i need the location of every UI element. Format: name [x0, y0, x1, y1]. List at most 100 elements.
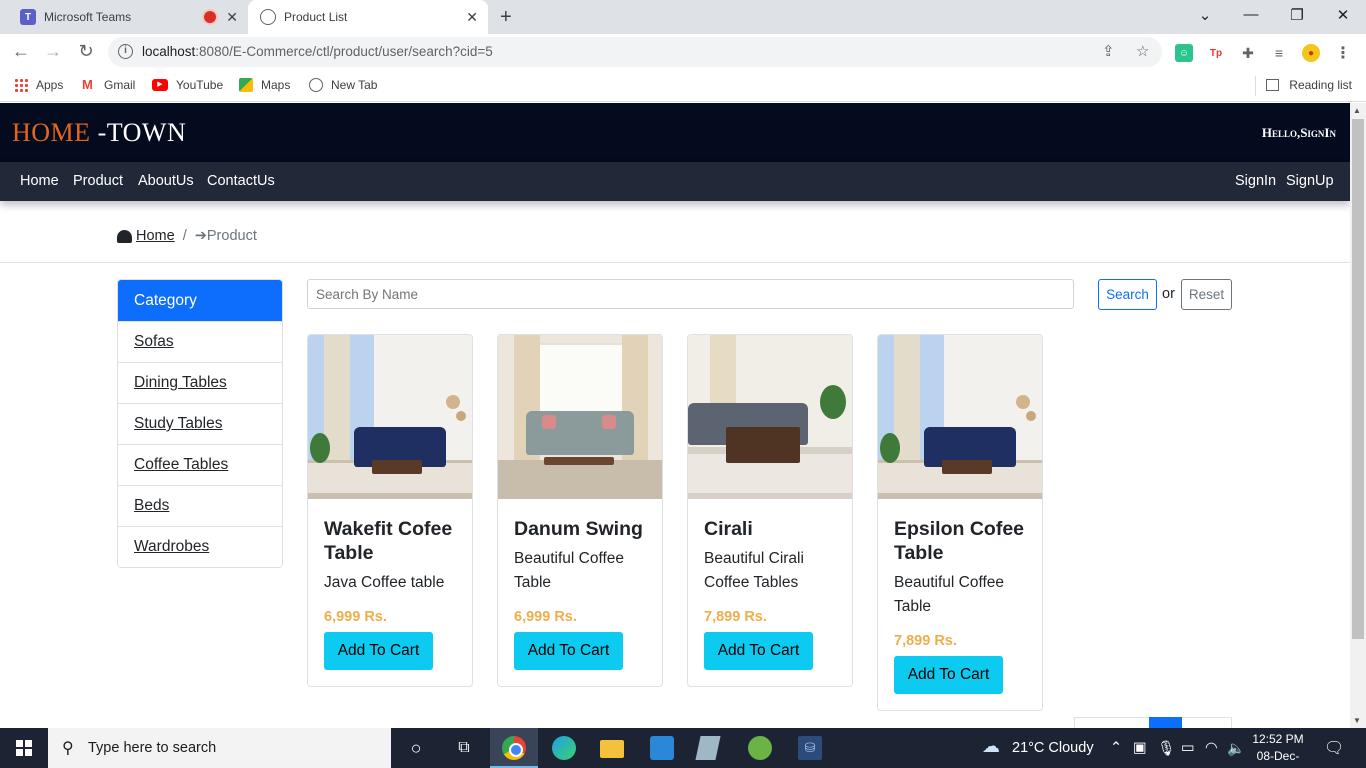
info-icon[interactable]: i — [118, 44, 133, 59]
bookmark-label: YouTube — [176, 78, 224, 92]
nav-signup[interactable]: SignUp — [1286, 173, 1334, 189]
weather-text[interactable]: 21°C Cloudy — [1012, 740, 1094, 756]
category-item-coffee-tables[interactable]: Coffee Tables — [118, 444, 282, 485]
nav-signin[interactable]: SignIn — [1235, 173, 1276, 189]
product-card: Wakefit Cofee Table Java Coffee table 6,… — [307, 334, 473, 687]
tp-extension-icon[interactable]: Tp — [1207, 44, 1225, 62]
product-price: 7,899 Rs. — [704, 609, 767, 625]
app-icon[interactable] — [695, 736, 721, 760]
taskbar: ⚲ Type here to search ○ ⧉ ⛁ ☁ 21°C Cloud… — [0, 728, 1366, 768]
add-to-cart-button[interactable]: Add To Cart — [514, 632, 623, 670]
close-icon[interactable]: ✕ — [466, 9, 478, 26]
extensions-puzzle-icon[interactable]: ✚ — [1239, 44, 1257, 62]
address-bar[interactable]: i localhost:8080/E-Commerce/ctl/product/… — [108, 37, 1162, 67]
bookmark-maps[interactable]: Maps — [239, 78, 290, 92]
file-explorer-icon[interactable] — [600, 740, 624, 758]
category-item-beds[interactable]: Beds — [118, 485, 282, 526]
browser-toolbar: ← → ↻ i localhost:8080/E-Commerce/ctl/pr… — [0, 34, 1366, 70]
product-name[interactable]: Epsilon Cofee Table — [894, 517, 1026, 565]
wifi-icon[interactable]: ◠ — [1205, 740, 1218, 756]
nav-aboutus[interactable]: AboutUs — [138, 173, 194, 189]
globe-icon — [309, 78, 323, 92]
chrome-icon[interactable] — [502, 736, 526, 760]
scroll-up-icon[interactable]: ▲ — [1353, 106, 1361, 115]
category-item-dining-tables[interactable]: Dining Tables — [118, 362, 282, 403]
bookmark-gmail[interactable]: M Gmail — [82, 77, 135, 93]
search-input[interactable] — [307, 279, 1074, 309]
product-image[interactable] — [498, 335, 662, 499]
meet-now-icon[interactable]: ▣ — [1133, 740, 1147, 756]
product-image[interactable] — [878, 335, 1042, 499]
add-to-cart-button[interactable]: Add To Cart — [324, 632, 433, 670]
sql-workbench-icon[interactable]: ⛁ — [798, 736, 822, 760]
product-name[interactable]: Cirali — [704, 517, 836, 541]
store-icon[interactable] — [650, 736, 674, 760]
reload-icon[interactable]: ↻ — [75, 41, 97, 62]
close-icon[interactable]: ✕ — [226, 9, 238, 26]
product-description: Beautiful Coffee Table — [894, 574, 1005, 615]
product-description: Beautiful Coffee Table — [514, 550, 625, 591]
product-image[interactable] — [308, 335, 472, 499]
notifications-icon[interactable]: 🗨 — [1324, 738, 1344, 758]
chevron-down-icon[interactable]: ⌄ — [1190, 6, 1220, 24]
restore-icon[interactable]: ❐ — [1282, 6, 1312, 24]
taskbar-search[interactable]: ⚲ Type here to search — [48, 728, 391, 768]
scroll-thumb[interactable] — [1352, 119, 1364, 639]
product-image[interactable] — [688, 335, 852, 499]
product-name[interactable]: Wakefit Cofee Table — [324, 517, 456, 565]
back-icon[interactable]: ← — [10, 41, 32, 62]
cortana-icon[interactable]: ○ — [404, 736, 428, 760]
product-name[interactable]: Danum Swing — [514, 517, 646, 541]
add-to-cart-button[interactable]: Add To Cart — [704, 632, 813, 670]
reset-button[interactable]: Reset — [1181, 279, 1232, 310]
site-logo[interactable]: HOME -TOWN — [12, 118, 186, 148]
tab-product-list[interactable]: Product List ✕ — [248, 0, 488, 34]
nav-home[interactable]: Home — [20, 173, 59, 189]
window-close-icon[interactable]: ✕ — [1328, 6, 1358, 24]
add-to-cart-button[interactable]: Add To Cart — [894, 656, 1003, 694]
category-item-sofas[interactable]: Sofas — [118, 321, 282, 362]
minimize-icon[interactable]: — — [1236, 6, 1266, 23]
tab-microsoft-teams[interactable]: T Microsoft Teams ✕ — [8, 0, 248, 34]
dashboard-icon — [117, 229, 132, 243]
nav-product[interactable]: Product — [73, 173, 123, 189]
product-card: Epsilon Cofee Table Beautiful Coffee Tab… — [877, 334, 1043, 711]
menu-dots-icon[interactable]: ⋮ — [1334, 44, 1352, 62]
bookmark-new-tab[interactable]: New Tab — [309, 78, 377, 92]
greeting-text: Hello,SignIn — [1261, 125, 1336, 140]
search-button[interactable]: Search — [1098, 279, 1157, 310]
grammarly-extension-icon[interactable]: ☺ — [1175, 44, 1193, 62]
cloud-icon[interactable]: ☁ — [982, 736, 1000, 757]
breadcrumb-home[interactable]: Home — [136, 228, 175, 244]
task-view-icon[interactable]: ⧉ — [452, 736, 476, 760]
bookmark-apps[interactable]: Apps — [14, 78, 63, 92]
microphone-icon[interactable]: 🎙 — [1157, 740, 1175, 757]
share-icon[interactable]: ⇪ — [1102, 42, 1115, 60]
apps-grid-icon — [14, 78, 28, 92]
clock-time: 12:52 PM — [1252, 732, 1304, 746]
profile-avatar[interactable]: ● — [1302, 44, 1320, 62]
volume-icon[interactable]: 🔈 — [1227, 740, 1245, 757]
product-description: Java Coffee table — [324, 574, 445, 591]
edge-icon[interactable] — [552, 736, 576, 760]
chevron-up-icon[interactable]: ⌃ — [1110, 740, 1122, 756]
category-item-study-tables[interactable]: Study Tables — [118, 403, 282, 444]
pagination-active-page[interactable] — [1149, 717, 1182, 728]
scroll-down-icon[interactable]: ▼ — [1353, 716, 1361, 725]
media-control-icon[interactable]: ≡ — [1270, 44, 1288, 62]
new-tab-icon[interactable]: + — [500, 6, 512, 29]
battery-icon[interactable]: ▭ — [1181, 740, 1195, 756]
taskbar-clock[interactable]: 12:52 PM 08-Dec-21 — [1250, 731, 1306, 768]
forward-icon[interactable]: → — [42, 41, 64, 62]
spring-tool-icon[interactable] — [748, 736, 772, 760]
windows-start-icon[interactable] — [16, 740, 32, 756]
nav-contactus[interactable]: ContactUs — [207, 173, 275, 189]
gmail-icon: M — [82, 77, 93, 92]
or-label: or — [1162, 286, 1175, 302]
page-scrollbar[interactable]: ▲ ▼ — [1350, 103, 1366, 728]
bookmark-youtube[interactable]: ▶ YouTube — [152, 78, 223, 92]
breadcrumb-separator: / — [182, 228, 187, 244]
category-item-wardrobes[interactable]: Wardrobes — [118, 526, 282, 567]
reading-list[interactable]: Reading list — [1266, 78, 1352, 92]
bookmark-star-icon[interactable]: ☆ — [1136, 42, 1149, 60]
